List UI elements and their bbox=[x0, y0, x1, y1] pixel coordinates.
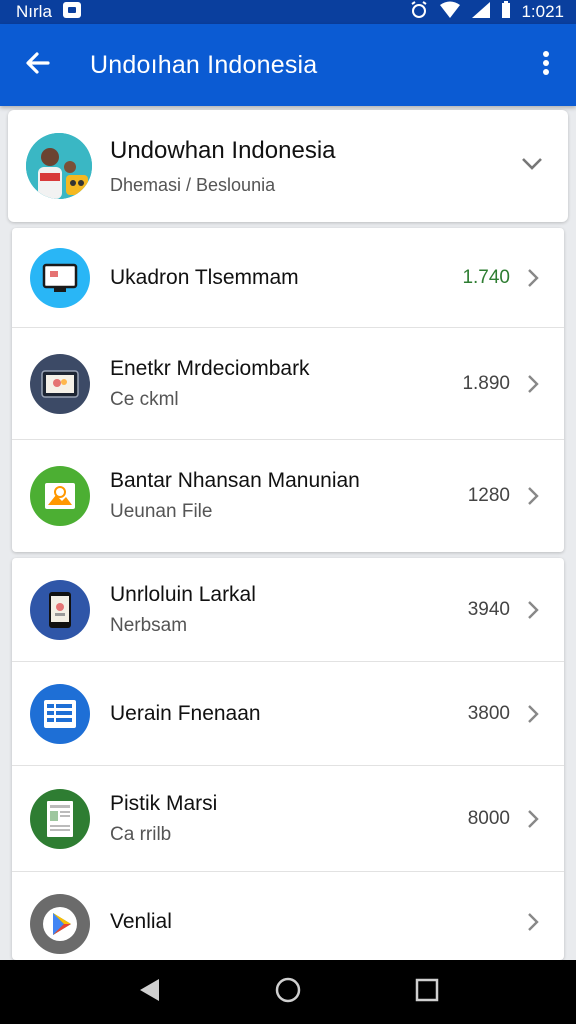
list-group: Ukadron Tlsemmam 1.740 Enetkr Mrdeciomba… bbox=[12, 228, 564, 552]
item-value: 1.740 bbox=[462, 266, 510, 288]
item-subtitle: Ueunan File bbox=[110, 501, 213, 522]
alarm-icon bbox=[409, 0, 429, 25]
wifi-icon bbox=[439, 1, 461, 24]
list-item[interactable]: Ukadron Tlsemmam 1.740 bbox=[12, 228, 564, 328]
avatar bbox=[26, 133, 92, 199]
item-value: 3800 bbox=[467, 702, 510, 724]
item-value: 3940 bbox=[467, 598, 510, 620]
list-group: Unrloluin Larkal Nerbsam 3940 Uerain Fne… bbox=[12, 558, 564, 960]
nav-recents-button[interactable] bbox=[397, 962, 457, 1022]
chevron-right-icon bbox=[522, 268, 544, 288]
image-icon bbox=[30, 466, 90, 526]
expand-button[interactable] bbox=[512, 146, 552, 186]
list-item[interactable]: Pistik Marsi Ca rrilb 8000 bbox=[12, 766, 564, 872]
arrow-back-icon bbox=[24, 49, 52, 82]
item-title: Enetkr Mrdeciombark bbox=[110, 356, 310, 380]
chevron-right-icon bbox=[522, 809, 544, 829]
tablet-icon bbox=[30, 353, 90, 414]
chevron-right-icon bbox=[522, 600, 544, 620]
item-title: Pistik Marsi bbox=[110, 791, 218, 815]
item-title: Venlial bbox=[110, 910, 172, 933]
item-subtitle: Ca rrilb bbox=[110, 823, 172, 845]
nav-home-icon bbox=[274, 976, 302, 1009]
app-bar: Undoıhan Indonesia bbox=[0, 24, 576, 106]
system-nav-bar bbox=[0, 960, 576, 1024]
list-item[interactable]: Uerain Fnenaan 3800 bbox=[12, 662, 564, 766]
notification-icon bbox=[62, 1, 82, 24]
play-store-icon bbox=[30, 894, 90, 954]
item-title: Unrloluin Larkal bbox=[110, 582, 256, 606]
battery-icon bbox=[501, 0, 511, 24]
more-vert-icon bbox=[542, 50, 550, 81]
clock: 1:021 bbox=[521, 2, 564, 21]
profile-header-card[interactable]: Undowhan Indonesia Dhemasi / Beslounia bbox=[8, 110, 568, 222]
monitor-icon bbox=[30, 247, 90, 308]
nav-recents-icon bbox=[415, 978, 439, 1007]
item-title: Bantar Nhansan Manunian bbox=[110, 469, 360, 492]
overflow-menu-button[interactable] bbox=[524, 35, 568, 95]
list-item[interactable]: Enetkr Mrdeciombark Ce ckml 1.890 bbox=[12, 328, 564, 440]
nav-back-button[interactable] bbox=[119, 962, 179, 1022]
item-value: 8000 bbox=[467, 807, 510, 829]
nav-home-button[interactable] bbox=[258, 962, 318, 1022]
nav-back-icon bbox=[137, 977, 161, 1008]
item-value: 1.890 bbox=[462, 372, 510, 394]
header-subtitle: Dhemasi / Beslounia bbox=[110, 174, 276, 195]
spreadsheet-icon bbox=[30, 683, 90, 744]
chevron-right-icon bbox=[522, 374, 544, 394]
item-title: Ukadron Tlsemmam bbox=[110, 265, 299, 289]
item-subtitle: Nerbsam bbox=[110, 614, 188, 636]
chevron-right-icon bbox=[522, 704, 544, 724]
app-bar-title: Undoıhan Indonesia bbox=[90, 50, 318, 79]
list-item[interactable]: Venlial bbox=[12, 872, 564, 960]
document-icon bbox=[30, 788, 90, 849]
carrier-label: Nırla bbox=[16, 2, 52, 21]
chevron-right-icon bbox=[522, 486, 544, 506]
chevron-down-icon bbox=[521, 157, 543, 176]
back-button[interactable] bbox=[8, 35, 68, 95]
status-bar: Nırla 1:021 bbox=[0, 0, 576, 24]
chevron-right-icon bbox=[522, 894, 544, 932]
item-value: 1280 bbox=[467, 485, 510, 506]
item-title: Uerain Fnenaan bbox=[110, 701, 261, 725]
list-item[interactable]: Unrloluin Larkal Nerbsam 3940 bbox=[12, 558, 564, 662]
header-title: Undowhan Indonesia bbox=[110, 136, 336, 164]
list-item[interactable]: Bantar Nhansan Manunian Ueunan File 1280 bbox=[12, 440, 564, 552]
phone-icon bbox=[30, 579, 90, 640]
signal-icon bbox=[471, 1, 491, 24]
item-subtitle: Ce ckml bbox=[110, 388, 179, 410]
